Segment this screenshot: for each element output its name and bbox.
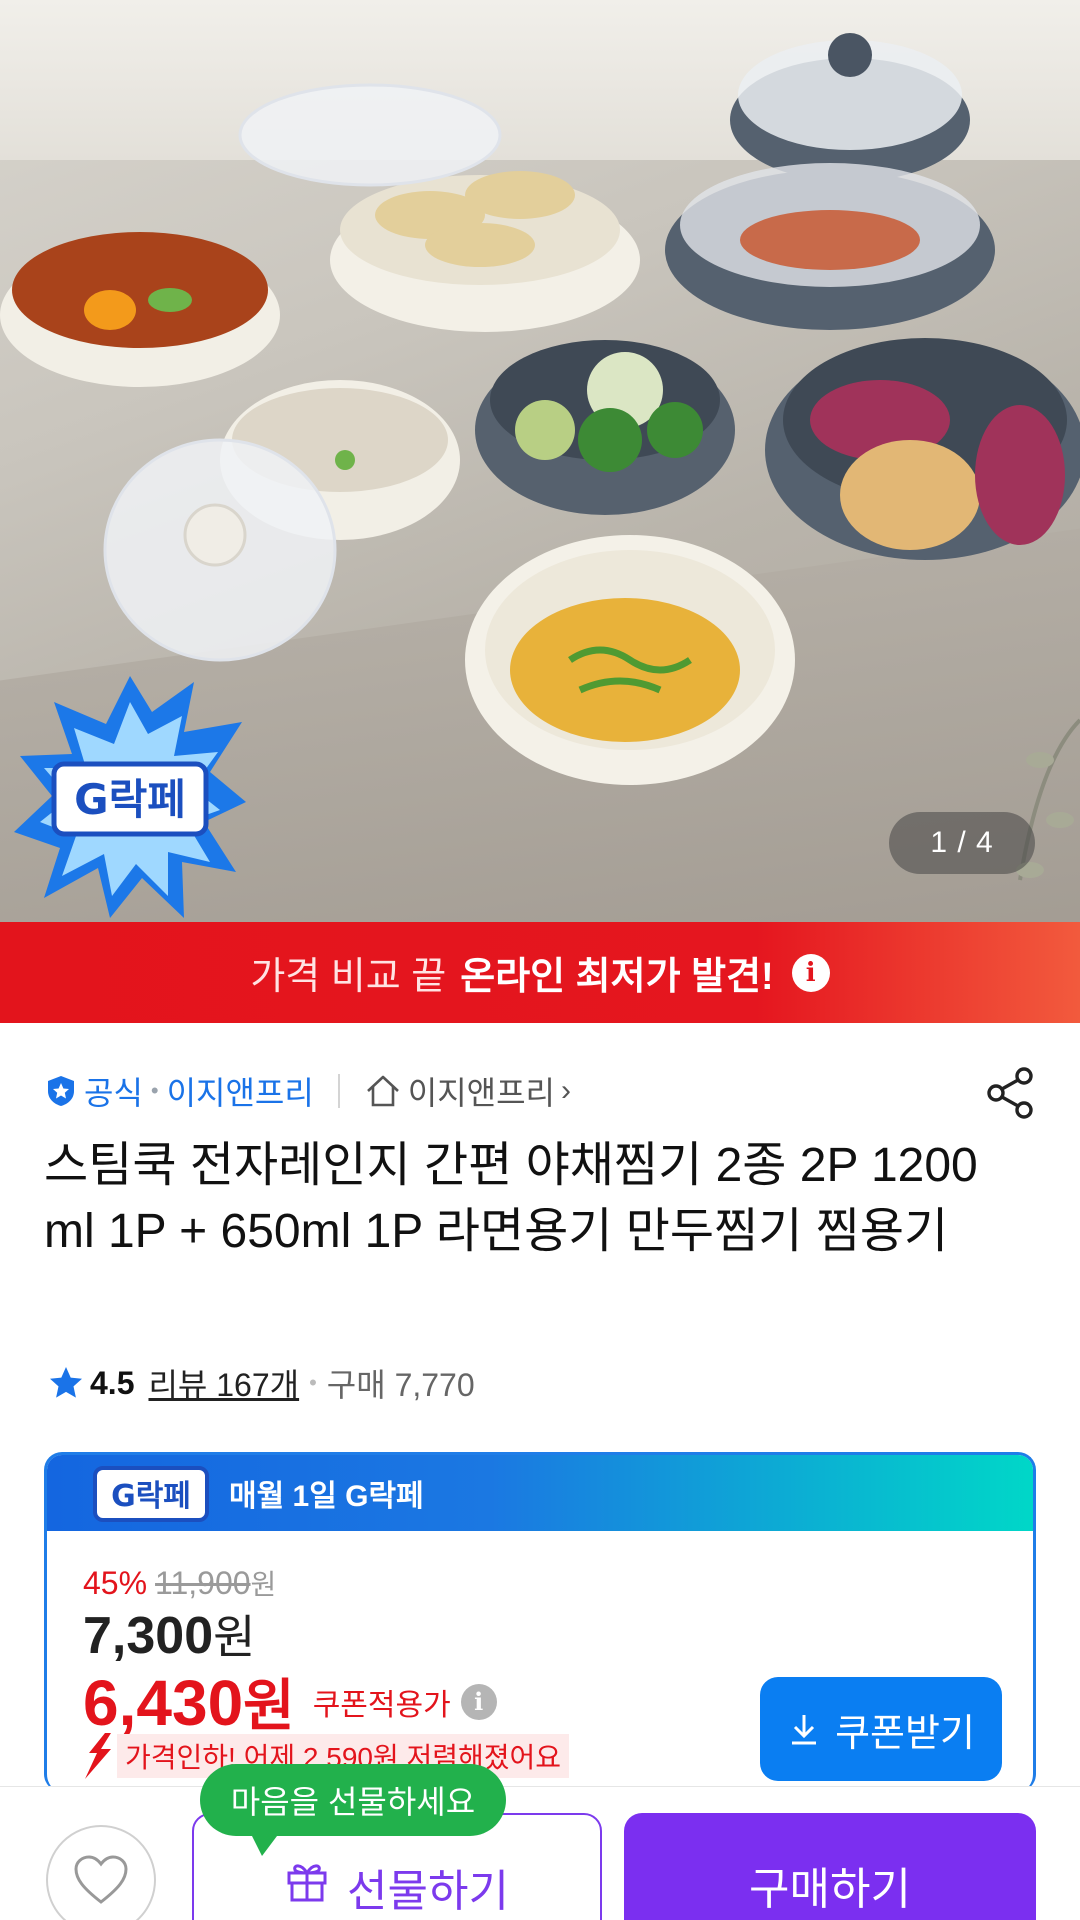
wishlist-button[interactable]	[46, 1825, 156, 1920]
promo-header: G락페 매월 1일 G락페	[47, 1455, 1033, 1531]
info-icon[interactable]: i	[791, 953, 830, 992]
price-drop-arrow-icon	[85, 1733, 111, 1779]
download-icon	[792, 1715, 817, 1745]
sale-price-value: 7,300	[83, 1607, 214, 1665]
coupon-applied-label: 쿠폰적용가	[312, 1688, 451, 1722]
star-icon	[50, 1367, 82, 1398]
share-icon[interactable]	[986, 1066, 1036, 1120]
official-label: 공식	[84, 1075, 143, 1111]
glpe-logo-text: G락페	[111, 1479, 191, 1514]
glpe-badge-icon: G락페	[14, 676, 246, 918]
discount-percent: 45%	[83, 1565, 148, 1601]
purchase-count: 구매 7,770	[326, 1367, 475, 1403]
store-home-link[interactable]: 이지앤프리 ›	[364, 1068, 571, 1114]
promo-price-box: G락페 매월 1일 G락페 45% 11,900 원 7,300원 6,430원…	[44, 1452, 1036, 1792]
original-price: 11,900	[155, 1565, 251, 1601]
discount-row: 45% 11,900 원	[83, 1563, 276, 1603]
gift-icon	[287, 1864, 327, 1902]
info-icon[interactable]: i	[460, 1683, 497, 1720]
home-icon	[366, 1075, 399, 1107]
get-coupon-button[interactable]: 쿠폰받기	[760, 1677, 1002, 1781]
promo-header-text: 매월 1일 G락페	[229, 1480, 424, 1513]
seller-name-link[interactable]: 이지앤프리	[167, 1068, 314, 1114]
banner-light-text: 가격 비교 끝	[250, 956, 447, 998]
separator-dot: •	[309, 1370, 317, 1395]
coupon-price-value: 6,430	[83, 1667, 244, 1739]
coupon-price: 6,430원	[83, 1661, 295, 1742]
rating-row: 4.5 리뷰 167개 • 구매 7,770	[48, 1358, 475, 1408]
gift-button-label: 선물하기	[347, 1867, 509, 1916]
separator-dot: •	[150, 1078, 159, 1103]
get-coupon-label: 쿠폰받기	[835, 1712, 975, 1755]
rating-score: 4.5	[90, 1364, 135, 1401]
sale-price-unit: 원	[213, 1611, 256, 1663]
sale-price: 7,300원	[83, 1601, 255, 1667]
coupon-price-unit: 원	[243, 1674, 295, 1737]
official-badge-icon	[48, 1076, 74, 1106]
store-link-label: 이지앤프리	[407, 1075, 555, 1111]
glpe-badge-text: G락페	[74, 775, 186, 824]
coupon-price-row: 6,430원 쿠폰적용가 i	[83, 1661, 497, 1742]
buy-button[interactable]: 구매하기	[624, 1813, 1036, 1920]
original-price-unit: 원	[250, 1569, 277, 1600]
heart-icon	[74, 1855, 128, 1904]
image-counter: 1 / 4	[889, 812, 1035, 874]
product-image-gallery[interactable]: G락페 1 / 4	[0, 0, 1080, 922]
divider	[337, 1074, 340, 1108]
glpe-logo-icon: G락페	[93, 1466, 209, 1522]
product-title: 스팀쿡 전자레인지 간편 야채찜기 2종 2P 1200ml 1P + 650m…	[44, 1139, 978, 1258]
review-count-link[interactable]: 리뷰 167개	[148, 1360, 299, 1406]
lowest-price-banner[interactable]: 가격 비교 끝 온라인 최저가 발견! i	[0, 922, 1080, 1023]
banner-bold-text: 온라인 최저가 발견!	[460, 956, 774, 998]
gift-tooltip: 마음을 선물하세요	[200, 1764, 506, 1856]
chevron-right-icon: ›	[561, 1074, 571, 1107]
bottom-action-bar: 선물하기 구매하기	[0, 1786, 1080, 1920]
seller-row: 공식 • 이지앤프리 이지앤프리 ›	[44, 1064, 1044, 1118]
